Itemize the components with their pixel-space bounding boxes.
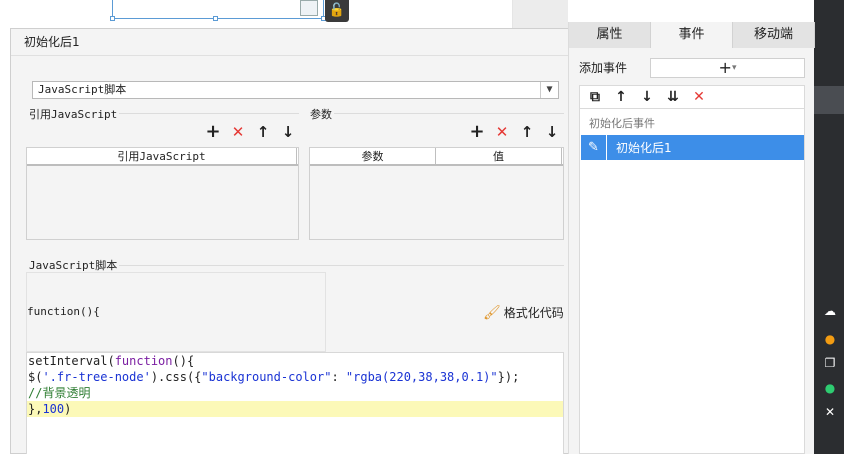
arrow-down-icon[interactable]: ↓ (638, 89, 656, 105)
code-line[interactable]: setInterval(function(){ (27, 353, 563, 369)
taskbar-highlight (814, 86, 844, 114)
code-line[interactable]: },100) (27, 401, 563, 417)
format-code-button[interactable]: 🖌 格式化代码 (483, 304, 564, 321)
column-header[interactable]: 值 (436, 148, 562, 164)
code-token: : (331, 370, 346, 384)
code-token: ).css({ (150, 370, 202, 384)
ref-section-label: 引用JavaScript (29, 106, 120, 122)
brush-icon: 🖌 (483, 304, 501, 321)
code-token: '.fr-tree-node' (42, 370, 151, 384)
add-event-button[interactable]: +▾ (650, 58, 805, 78)
plus-icon[interactable]: + (469, 123, 485, 141)
resize-handle[interactable] (110, 16, 115, 21)
event-toolbar: ⧉ ↑ ↓ ⇊ ✕ (579, 85, 805, 109)
code-editor[interactable]: setInterval(function(){ $('.fr-tree-node… (26, 352, 564, 454)
design-canvas: 🔓 (0, 0, 513, 30)
property-panel: 属性 事件 移动端 添加事件 +▾ ⧉ ↑ ↓ ⇊ ✕ 初始化后事件 ✎ 初始化… (568, 22, 815, 454)
chevron-down-icon[interactable]: ▼ (540, 82, 558, 98)
script-type-value: JavaScript脚本 (38, 83, 127, 96)
function-header: function(){ (27, 305, 100, 318)
lock-icon[interactable]: 🔓 (325, 0, 349, 22)
js-event-dialog: 初始化后1 JavaScript脚本 ▼ 引用JavaScript + ✕ ↑ … (10, 28, 578, 454)
tab-properties[interactable]: 属性 (569, 22, 651, 48)
move-bottom-icon[interactable]: ⇊ (664, 89, 682, 105)
event-group-header: 初始化后事件 (589, 117, 655, 130)
dialog-title: 初始化后1 (11, 29, 577, 56)
x-icon[interactable]: ✕ (690, 89, 708, 105)
ref-js-table[interactable]: 引用JavaScript (26, 147, 299, 240)
script-type-select[interactable]: JavaScript脚本 ▼ (32, 81, 559, 99)
table-header: 引用JavaScript (27, 148, 298, 166)
plus-icon: + (718, 58, 732, 77)
column-header[interactable]: 参数 (310, 148, 436, 164)
code-token: }, (28, 402, 43, 416)
panel-tabs: 属性 事件 移动端 (569, 22, 815, 48)
params-toolbar: + ✕ ↑ ↓ (469, 123, 560, 141)
section-divider (310, 113, 564, 114)
code-token: function (114, 354, 173, 368)
code-token: }); (497, 370, 520, 384)
column-header[interactable]: 引用JavaScript (27, 148, 297, 164)
x-icon[interactable]: ✕ (494, 124, 510, 140)
resize-handle[interactable] (213, 16, 218, 21)
mute-icon[interactable]: ✕ (820, 404, 840, 420)
code-line[interactable]: $('.fr-tree-node').css({"background-colo… (27, 369, 563, 385)
params-section-label: 参数 (310, 106, 334, 122)
event-list: 初始化后事件 ✎ 初始化后1 (579, 109, 805, 454)
table-icon[interactable] (300, 0, 318, 16)
code-token: $( (28, 370, 43, 384)
selected-widget[interactable] (110, 0, 326, 21)
arrow-down-icon[interactable]: ↓ (544, 124, 560, 140)
side-gap (513, 0, 568, 30)
code-token: ) (64, 402, 72, 416)
table-header: 参数 值 (310, 148, 563, 166)
code-token: 100 (42, 402, 65, 416)
add-event-label: 添加事件 (579, 61, 628, 75)
arrow-up-icon[interactable]: ↑ (612, 89, 630, 105)
x-icon[interactable]: ✕ (230, 124, 246, 140)
code-token: "rgba(220,38,38,0.1)" (345, 370, 498, 384)
arrow-down-icon[interactable]: ↓ (280, 124, 296, 140)
window-icon[interactable]: ❐ (820, 355, 840, 371)
arrow-up-icon[interactable]: ↑ (519, 124, 535, 140)
chevron-down-icon: ▾ (731, 63, 737, 73)
wechat-icon[interactable]: ● (820, 380, 840, 396)
ref-toolbar: + ✕ ↑ ↓ (205, 123, 296, 141)
code-token: "background-color" (201, 370, 332, 384)
event-item-label: 初始化后1 (616, 141, 672, 155)
code-token: (){ (172, 354, 195, 368)
cloud-icon[interactable]: ☁ (820, 303, 840, 319)
plus-icon[interactable]: + (205, 123, 221, 141)
params-table[interactable]: 参数 值 (309, 147, 564, 240)
copy-icon[interactable]: ⧉ (586, 89, 604, 105)
event-item[interactable]: ✎ 初始化后1 (581, 135, 804, 160)
tab-mobile[interactable]: 移动端 (733, 22, 815, 48)
format-code-label: 格式化代码 (503, 306, 564, 320)
code-token: setInterval( (28, 354, 115, 368)
tab-events[interactable]: 事件 (651, 22, 733, 48)
app-icon[interactable]: ● (820, 331, 840, 347)
arrow-up-icon[interactable]: ↑ (255, 124, 271, 140)
script-section-label: JavaScript脚本 (29, 257, 120, 273)
pencil-icon[interactable]: ✎ (581, 135, 607, 160)
code-line[interactable]: //背景透明 (27, 385, 563, 401)
